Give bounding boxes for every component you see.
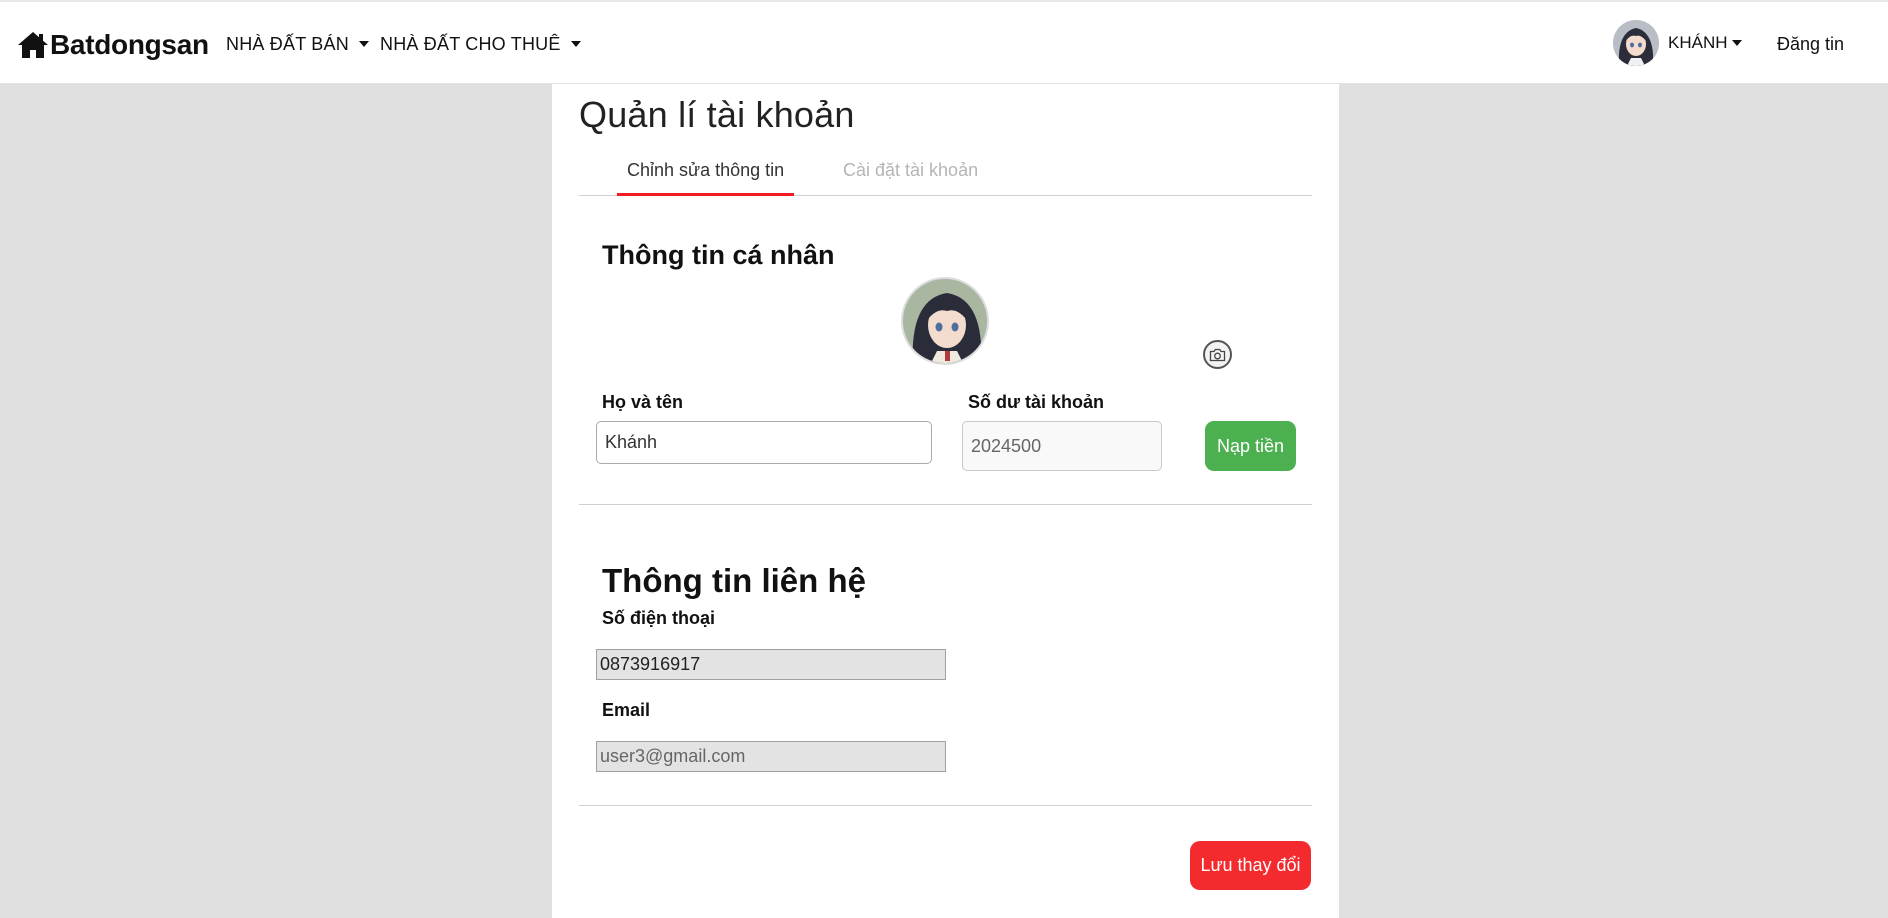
full-name-label: Họ và tên	[602, 392, 684, 412]
topup-button[interactable]: Nạp tiền	[1205, 421, 1296, 471]
nav-menu-rent-label: NHÀ ĐẤT CHO THUÊ	[380, 33, 561, 54]
save-changes-button[interactable]: Lưu thay đổi	[1190, 841, 1311, 890]
caret-down-icon	[358, 41, 369, 47]
post-listing-link[interactable]: Đăng tin	[1777, 34, 1844, 55]
section-divider	[579, 504, 1312, 505]
top-navbar: Batdongsan NHÀ ĐẤT BÁN NHÀ ĐẤT CHO THUÊ …	[0, 0, 1888, 84]
avatar	[1613, 20, 1659, 66]
caret-down-icon	[570, 41, 581, 47]
full-name-input[interactable]	[596, 421, 932, 464]
nav-menu-sale[interactable]: NHÀ ĐẤT BÁN	[226, 32, 369, 56]
home-icon	[18, 32, 48, 58]
balance-field	[962, 421, 1162, 471]
user-name: KHÁNH	[1668, 33, 1728, 52]
brand-logo[interactable]: Batdongsan	[17, 28, 209, 62]
tab-bar: Chỉnh sửa thông tin Cài đặt tài khoản	[579, 144, 1312, 196]
avatar	[901, 277, 989, 365]
profile-avatar[interactable]	[901, 277, 991, 367]
brand-name: Batdongsan	[50, 29, 209, 60]
caret-down-icon	[1731, 40, 1742, 46]
personal-info-heading: Thông tin cá nhân	[602, 240, 835, 270]
phone-label: Số điện thoại	[602, 608, 716, 628]
balance-label: Số dư tài khoản	[968, 392, 1105, 412]
nav-menu-sale-label: NHÀ ĐẤT BÁN	[226, 33, 349, 54]
contact-info-heading: Thông tin liên hệ	[602, 562, 866, 599]
account-panel: Quản lí tài khoản Chỉnh sửa thông tin Cà…	[552, 84, 1339, 918]
camera-icon[interactable]	[1203, 340, 1232, 369]
phone-field[interactable]	[596, 649, 946, 680]
nav-menu-rent[interactable]: NHÀ ĐẤT CHO THUÊ	[380, 32, 581, 56]
email-label: Email	[602, 700, 651, 720]
section-divider	[579, 805, 1312, 806]
tab-edit-info[interactable]: Chỉnh sửa thông tin	[617, 160, 795, 196]
tab-account-settings[interactable]: Cài đặt tài khoản	[843, 160, 978, 193]
email-field	[596, 741, 946, 772]
page-title: Quản lí tài khoản	[579, 94, 855, 135]
user-menu[interactable]: KHÁNH	[1613, 19, 1742, 67]
